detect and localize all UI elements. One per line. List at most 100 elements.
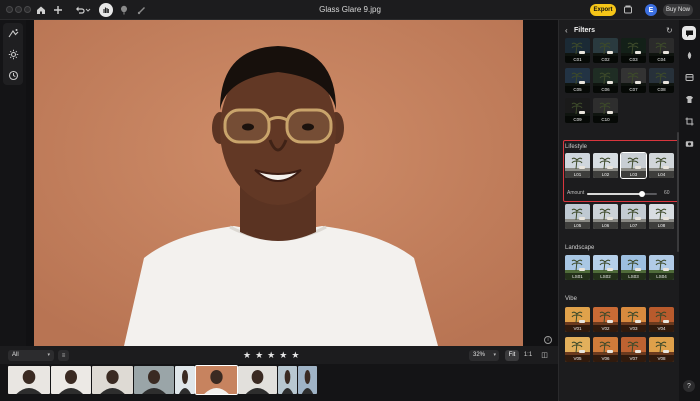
amount-value: 60 [664, 190, 670, 196]
crop-icon[interactable] [682, 114, 696, 128]
filter-thumb-ls03[interactable]: LS03 [621, 255, 646, 280]
filter-thumb-label: V03 [621, 325, 646, 332]
shirt-icon[interactable] [682, 92, 696, 106]
filter-thumb-v07[interactable]: V07 [621, 337, 646, 362]
filter-thumb-l04[interactable]: L04 [649, 153, 674, 178]
info-icon[interactable]: i [544, 336, 552, 344]
chevron-down-icon: ▾ [47, 352, 50, 358]
filter-thumb-label: L04 [649, 171, 674, 178]
filter-thumb-v04[interactable]: V04 [649, 307, 674, 332]
filmstrip-thumb[interactable] [51, 366, 91, 394]
star-icon[interactable]: ★ [267, 349, 275, 361]
export-button[interactable]: Export [590, 4, 616, 16]
filter-thumb-label: L06 [593, 222, 618, 229]
help-icon[interactable]: ? [683, 380, 695, 392]
filter-thumb-label: LS03 [621, 273, 646, 280]
filter-thumb-v06[interactable]: V06 [593, 337, 618, 362]
filter-thumb-l06[interactable]: L06 [593, 204, 618, 229]
filter-select-value: All [12, 352, 19, 358]
filter-thumb-c08[interactable]: C08 [649, 68, 674, 93]
filter-thumb-c05[interactable]: C05 [565, 68, 590, 93]
history-icon[interactable] [3, 68, 23, 82]
avatar[interactable]: E [645, 4, 657, 16]
filmstrip-thumb[interactable] [238, 366, 277, 394]
filter-thumb-l01[interactable]: L01 [565, 153, 590, 178]
layers-icon[interactable] [682, 70, 696, 84]
filter-thumb-l03[interactable]: L03 [620, 152, 647, 179]
star-icon[interactable]: ★ [243, 349, 251, 361]
filter-thumb-ls04[interactable]: LS04 [649, 255, 674, 280]
filter-thumb-label: C04 [649, 56, 674, 63]
filter-thumb-l07[interactable]: L07 [621, 204, 646, 229]
filter-thumb-v03[interactable]: V03 [621, 307, 646, 332]
filter-thumb-label: V02 [593, 325, 618, 332]
filter-thumb-c02[interactable]: C02 [593, 38, 618, 63]
fit-button[interactable]: Fit [505, 350, 519, 361]
zoom-value: 32% [473, 352, 486, 358]
star-icon[interactable]: ★ [291, 349, 299, 361]
chat-icon[interactable] [682, 26, 696, 40]
sort-icon[interactable]: ≡ [58, 350, 69, 361]
filter-thumb-l08[interactable]: L08 [649, 204, 674, 229]
section-title-vibe: Vibe [565, 296, 577, 302]
filter-thumb-label: V05 [565, 355, 590, 362]
filmstrip-thumb[interactable] [175, 366, 195, 394]
filter-thumb-label: L02 [593, 171, 618, 178]
filter-thumb-label: L05 [565, 222, 590, 229]
filter-thumb-label: LS02 [593, 273, 618, 280]
filter-thumb-c06[interactable]: C06 [593, 68, 618, 93]
star-icon[interactable]: ★ [255, 349, 263, 361]
right-tool-rail: ? [679, 20, 700, 401]
zoom-select[interactable]: 32% ▾ [469, 350, 499, 361]
filter-thumb-c03[interactable]: C03 [621, 38, 646, 63]
back-chevron-icon[interactable]: ‹ [565, 26, 568, 35]
chevron-down-icon: ▾ [493, 352, 496, 358]
filter-thumb-c09[interactable]: C09 [565, 98, 590, 123]
filmstrip [0, 364, 558, 401]
filter-thumb-label: C05 [565, 86, 590, 93]
one-to-one-button[interactable]: 1:1 [521, 350, 535, 361]
filter-select[interactable]: All ▾ [8, 350, 54, 361]
section-title-landscape: Landscape [565, 245, 595, 251]
filter-thumb-ls01[interactable]: LS01 [565, 255, 590, 280]
filter-thumb-c07[interactable]: C07 [621, 68, 646, 93]
photo-preview[interactable] [34, 20, 523, 346]
filter-thumb-label: V07 [621, 355, 646, 362]
filmstrip-thumb[interactable] [134, 366, 174, 394]
filter-thumb-v05[interactable]: V05 [565, 337, 590, 362]
filter-thumb-c04[interactable]: C04 [649, 38, 674, 63]
filter-thumb-l05[interactable]: L05 [565, 204, 590, 229]
filter-thumb-ls02[interactable]: LS02 [593, 255, 618, 280]
share-icon[interactable] [622, 4, 634, 16]
filter-thumb-v02[interactable]: V02 [593, 307, 618, 332]
filmstrip-thumb[interactable] [278, 366, 297, 394]
filter-thumb-c01[interactable]: C01 [565, 38, 590, 63]
filmstrip-thumb[interactable] [92, 366, 133, 394]
filter-thumb-label: C01 [565, 56, 590, 63]
filters-panel: ‹ Filters ↻ Lifestyle Amount 60 Landscap… [558, 20, 679, 401]
filter-thumb-label: LS01 [565, 273, 590, 280]
amount-slider[interactable] [587, 191, 657, 197]
filter-thumb-c10[interactable]: C10 [593, 98, 618, 123]
rating-stars[interactable]: ★ ★ ★ ★ ★ [243, 349, 299, 361]
left-tool-rail [0, 20, 26, 366]
buy-now-button[interactable]: Buy Now [663, 4, 693, 16]
filter-thumb-label: V08 [649, 355, 674, 362]
tool-group [3, 23, 23, 85]
filter-thumb-v01[interactable]: V01 [565, 307, 590, 332]
adjust-icon[interactable] [3, 26, 23, 40]
filter-thumb-label: L07 [621, 222, 646, 229]
gear-icon[interactable] [3, 47, 23, 61]
camera-icon[interactable] [682, 136, 696, 150]
amount-slider-knob[interactable] [638, 191, 645, 197]
canvas-area[interactable]: i [26, 20, 558, 346]
compare-icon[interactable]: ◫ [539, 350, 550, 361]
star-icon[interactable]: ★ [279, 349, 287, 361]
filter-thumb-l02[interactable]: L02 [593, 153, 618, 178]
filmstrip-thumb[interactable] [298, 366, 317, 394]
filmstrip-thumb[interactable] [195, 365, 238, 395]
reset-icon[interactable]: ↻ [666, 26, 673, 35]
filter-thumb-v08[interactable]: V08 [649, 337, 674, 362]
droplet-icon[interactable] [682, 48, 696, 62]
filmstrip-thumb[interactable] [8, 366, 50, 394]
